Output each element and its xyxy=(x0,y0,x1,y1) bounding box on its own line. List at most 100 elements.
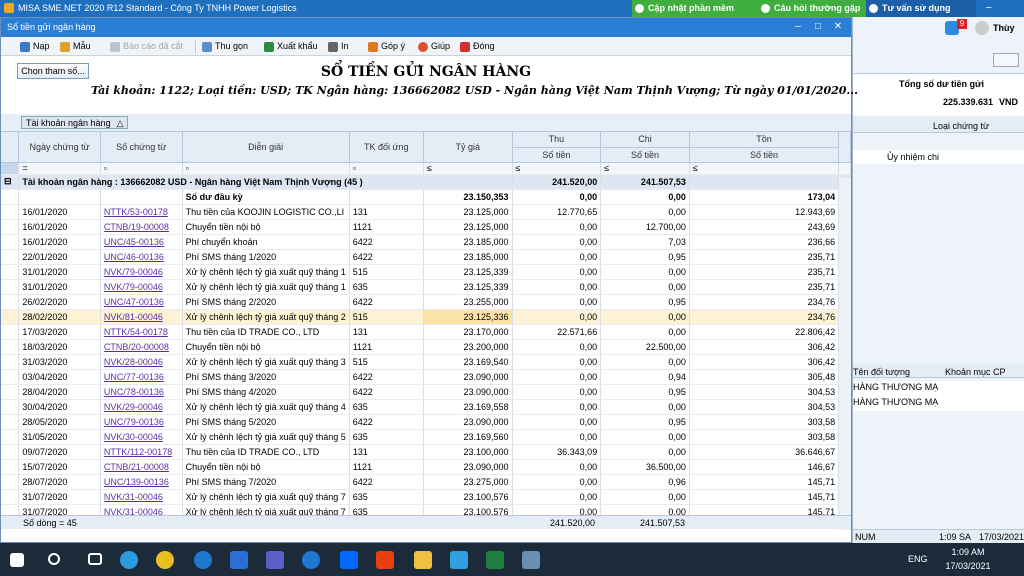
table-row[interactable]: 18/03/2020 CTNB/20-00008 Chuyển tiền nội b… xyxy=(1,339,851,355)
close-window-icon[interactable]: ✕ xyxy=(831,20,845,34)
cell-so-chung-tu[interactable]: NVK/81-00046 xyxy=(100,309,183,325)
zalo-icon[interactable] xyxy=(340,551,358,569)
table-row[interactable]: 26/02/2020 UNC/47-00136 Phí SMS tháng 2/20… xyxy=(1,294,851,310)
clock-date[interactable]: 17/03/2021 xyxy=(940,561,996,571)
cell-ty-gia: 23.125,336 xyxy=(422,308,513,325)
cell-so-chung-tu[interactable]: UNC/79-00136 xyxy=(100,414,183,430)
vertical-scrollbar[interactable] xyxy=(839,178,851,530)
cell-thu: 0,00 xyxy=(512,414,602,430)
expand-icon[interactable]: ⊟ xyxy=(1,174,20,190)
col-thu-so-tien[interactable]: Số tiền xyxy=(512,147,602,163)
maximize-window-icon[interactable]: □ xyxy=(811,20,825,34)
cell-so-chung-tu[interactable]: CTNB/20-00008 xyxy=(100,339,183,355)
in-button[interactable]: In xyxy=(327,40,349,53)
excel-taskbar-icon[interactable] xyxy=(486,551,504,569)
lang-indicator[interactable]: ENG xyxy=(908,554,928,564)
cell-so-chung-tu[interactable]: NVK/79-00046 xyxy=(100,279,183,295)
group-row[interactable]: ⊟ Tài khoản ngân hàng : 136662082 USD - … xyxy=(1,174,851,190)
cell-so-chung-tu[interactable]: NTTK/53-00178 xyxy=(100,204,183,220)
avatar[interactable] xyxy=(975,21,989,35)
cell-so-chung-tu[interactable]: UNC/47-00136 xyxy=(100,294,183,310)
folder-icon[interactable] xyxy=(414,551,432,569)
edge-icon[interactable] xyxy=(120,551,138,569)
table-row[interactable]: 28/04/2020 UNC/78-00136 Phí SMS tháng 4/20… xyxy=(1,384,851,400)
cell-so-chung-tu[interactable]: UNC/139-00136 xyxy=(100,474,183,490)
mau-button[interactable]: Mẫu xyxy=(59,40,91,53)
table-row[interactable]: 31/07/2020 NVK/31-00046 Xử lý chênh lệch t… xyxy=(1,489,851,505)
col-tk-doi-ung[interactable]: TK đối ứng xyxy=(349,132,424,163)
windows-start-icon[interactable] xyxy=(10,553,24,567)
table-row[interactable]: 31/03/2020 NVK/28-00046 Xử lý chênh lệch t… xyxy=(1,354,851,370)
faq-button[interactable]: Câu hỏi thường gặp xyxy=(758,0,866,17)
app4-icon[interactable] xyxy=(522,551,540,569)
col-so-chung-tu[interactable]: Số chứng từ xyxy=(100,132,183,163)
giup-button[interactable]: Giúp xyxy=(417,40,450,53)
cell-so-chung-tu[interactable]: UNC/77-00136 xyxy=(100,369,183,385)
col-ngay[interactable]: Ngày chứng từ xyxy=(18,132,101,163)
cell-so-chung-tu[interactable]: NVK/28-00046 xyxy=(100,354,183,370)
table-row[interactable]: 28/07/2020 UNC/139-00136 Phí SMS tháng 7/2… xyxy=(1,474,851,490)
misa-icon[interactable] xyxy=(302,551,320,569)
bao-cao-da-cat-button[interactable]: Báo cáo đã cắt xyxy=(109,40,183,53)
xuat-khau-button[interactable]: Xuất khẩu xyxy=(263,40,318,53)
cell-so-chung-tu[interactable]: NVK/79-00046 xyxy=(100,264,183,280)
col-dien-giai[interactable]: Diễn giải xyxy=(182,132,350,163)
col-chi-so-tien[interactable]: Số tiền xyxy=(600,147,690,163)
app-icon[interactable] xyxy=(230,551,248,569)
cell-so-chung-tu[interactable]: NVK/31-00046 xyxy=(100,489,183,505)
col-loai-chung-tu: Loại chứng từ xyxy=(933,121,990,131)
cell-so-chung-tu[interactable]: NVK/30-00046 xyxy=(100,429,183,445)
cell-thu: 0,00 xyxy=(512,354,602,370)
nap-button[interactable]: Nạp xyxy=(19,40,50,53)
group-chip[interactable]: Tài khoản ngân hàng △ xyxy=(21,116,128,129)
table-row[interactable]: 17/03/2020 NTTK/54-00178 Thu tiền của ID T… xyxy=(1,324,851,340)
filter-row[interactable]: = ▫ ▫ ▫ ≤ ≤ ≤ ≤ xyxy=(1,162,851,175)
minimize-icon[interactable]: ‒ xyxy=(986,2,996,14)
app2-icon[interactable] xyxy=(376,551,394,569)
table-row[interactable]: 16/01/2020 UNC/45-00136 Phí chuyển khoản 64… xyxy=(1,234,851,250)
cell-chi: 0,95 xyxy=(600,294,690,310)
teams-icon[interactable] xyxy=(266,551,284,569)
table-row[interactable]: 30/04/2020 NVK/29-00046 Xử lý chênh lệch t… xyxy=(1,399,851,415)
cell-ton: 235,71 xyxy=(689,264,840,280)
cell-so-chung-tu[interactable]: NTTK/54-00178 xyxy=(100,324,183,340)
cell-so-chung-tu[interactable]: UNC/45-00136 xyxy=(100,234,183,250)
opening-row[interactable]: Số dư đầu kỳ 23.150,353 0,00 0,00 173,04 xyxy=(1,189,851,205)
cell-so-chung-tu[interactable]: CTNB/19-00008 xyxy=(100,219,183,235)
task-view-icon[interactable] xyxy=(88,553,102,565)
table-row[interactable]: 15/07/2020 CTNB/21-00008 Chuyển tiền nội b… xyxy=(1,459,851,475)
table-row[interactable]: 31/05/2020 NVK/30-00046 Xử lý chênh lệch t… xyxy=(1,429,851,445)
gop-y-button[interactable]: Góp ý xyxy=(367,40,405,53)
search-icon[interactable] xyxy=(48,553,60,565)
cell-ty-gia: 23.125,000 xyxy=(423,204,513,220)
thu-gon-button[interactable]: Thu gọn xyxy=(201,40,248,53)
update-button[interactable]: Cập nhật phần mềm xyxy=(632,0,758,17)
app3-icon[interactable] xyxy=(450,551,468,569)
table-row[interactable]: 31/01/2020 NVK/79-00046 Xử lý chênh lệch t… xyxy=(1,279,851,295)
table-row[interactable]: 09/07/2020 NTTK/112-00178 Thu tiền của ID … xyxy=(1,444,851,460)
chrome-icon[interactable] xyxy=(156,551,174,569)
table-row[interactable]: 03/04/2020 UNC/77-00136 Phí SMS tháng 3/20… xyxy=(1,369,851,385)
table-row[interactable]: 28/05/2020 UNC/79-00136 Phí SMS tháng 5/20… xyxy=(1,414,851,430)
table-row[interactable]: 16/01/2020 NTTK/53-00178 Thu tiền của KOOJ… xyxy=(1,204,851,220)
clock-time[interactable]: 1:09 AM xyxy=(940,547,996,557)
col-ton-so-tien[interactable]: Số tiền xyxy=(689,147,840,163)
filter-toggle-icon[interactable] xyxy=(1,162,20,175)
cell-so-chung-tu[interactable]: UNC/78-00136 xyxy=(100,384,183,400)
dong-button[interactable]: Đóng xyxy=(459,40,495,53)
cell-so-chung-tu[interactable]: NTTK/112-00178 xyxy=(100,444,183,460)
table-row[interactable]: 16/01/2020 CTNB/19-00008 Chuyển tiền nội b… xyxy=(1,219,851,235)
user-name[interactable]: Thùy xyxy=(993,23,1015,33)
cell-so-chung-tu[interactable]: UNC/46-00136 xyxy=(100,249,183,265)
col-ty-gia[interactable]: Tỷ giá xyxy=(423,132,513,163)
cell-tk-doi-ung: 635 xyxy=(349,279,424,295)
cell-so-chung-tu[interactable]: NVK/29-00046 xyxy=(100,399,183,415)
support-button[interactable]: Tư vấn sử dụng xyxy=(866,0,976,17)
table-row[interactable]: 22/01/2020 UNC/46-00136 Phí SMS tháng 1/20… xyxy=(1,249,851,265)
cell-so-chung-tu[interactable]: CTNB/21-00008 xyxy=(100,459,183,475)
table-row[interactable]: 31/01/2020 NVK/79-00046 Xử lý chênh lệch t… xyxy=(1,264,851,280)
ie-icon[interactable] xyxy=(194,551,212,569)
minimize-window-icon[interactable]: – xyxy=(791,20,805,34)
gear-icon[interactable] xyxy=(993,53,1019,67)
table-row[interactable]: 28/02/2020 NVK/81-00046 Xử lý chênh lệch t… xyxy=(1,308,851,325)
